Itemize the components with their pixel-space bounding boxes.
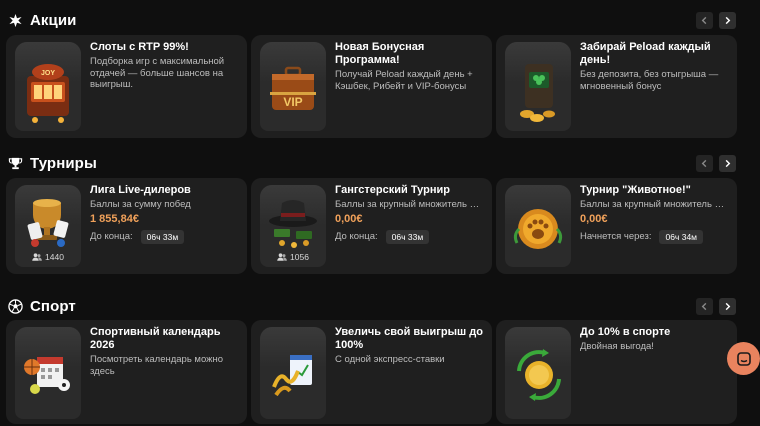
card-title: До 10% в спорте [580, 326, 671, 338]
sport-card-boost[interactable]: Увеличь свой выигрыш до 100% С одной экс… [251, 320, 492, 424]
card-title: Увеличь свой выигрыш до 100% [335, 326, 483, 351]
chevron-right-icon [725, 159, 731, 168]
soccer-ball-icon [7, 298, 23, 314]
card-title: Слоты с RTP 99%! [90, 41, 189, 53]
svg-text:VIP: VIP [283, 95, 302, 109]
chevron-left-icon [701, 302, 707, 311]
countdown: Начнется через: 06ч 34м [580, 229, 729, 244]
players-count: 1056 [251, 252, 335, 262]
express-bet-chart-icon [272, 355, 312, 397]
timer-badge: 06ч 34м [659, 229, 704, 244]
cup-cards-icon [27, 199, 69, 247]
chat-button[interactable] [727, 342, 760, 375]
sport-thumb [505, 327, 571, 419]
countdown: До конца: 06ч 33м [90, 229, 239, 244]
card-description: Баллы за сумму побед [90, 199, 191, 210]
trophy-icon [7, 155, 23, 171]
sport-calendar-icon [24, 357, 70, 394]
sport-title: Спорт [30, 297, 76, 315]
promo-card-rtp[interactable]: JOY Слоты с RTP 99%! Подборка игр с макс… [6, 35, 247, 138]
sport-card-ten-percent[interactable]: До 10% в спорте Двойная выгода! [496, 320, 737, 424]
promo-card-bonus-program[interactable]: VIP Новая Бонусная Программа! Получай Ре… [251, 35, 492, 138]
promos-prev-button[interactable] [696, 12, 713, 29]
sport-prev-button[interactable] [696, 298, 713, 315]
card-description: Баллы за крупный множитель выигрыша [335, 199, 484, 210]
prize-amount: 0,00€ [580, 212, 608, 225]
chevron-left-icon [701, 159, 707, 168]
card-description: С одной экспресс-ставки [335, 354, 445, 365]
promos-header: Акции [7, 9, 77, 31]
chevron-right-icon [725, 16, 731, 25]
gangster-hat-icon [269, 200, 317, 248]
timer-badge: 06ч 33м [385, 229, 430, 244]
sport-thumb [260, 327, 326, 419]
card-title: Лига Live-дилеров [90, 184, 191, 196]
vip-suitcase-icon: VIP [270, 66, 316, 110]
card-title: Забирай Реload каждый день! [580, 41, 711, 66]
svg-text:JOY: JOY [41, 70, 55, 77]
promo-card-reload[interactable]: Забирай Реload каждый день! Без депозита… [496, 35, 737, 138]
promo-thumb: JOY [15, 42, 81, 131]
tournament-thumb [505, 185, 571, 267]
card-description: Посмотреть календарь можно здесь [90, 354, 224, 377]
tournaments-header: Турниры [7, 152, 97, 174]
timer-badge: 06ч 33м [140, 229, 185, 244]
sport-header: Спорт [7, 295, 76, 317]
prize-amount: 1 855,84€ [90, 212, 139, 225]
card-description: Двойная выгода! [580, 341, 654, 352]
chevron-right-icon [725, 302, 731, 311]
chat-icon [736, 351, 751, 366]
card-description: Без депозита, без отыгрыша — мгновенный … [580, 69, 719, 92]
coin-cycle-icon [517, 349, 561, 401]
paw-medal-icon [513, 209, 563, 249]
sport-next-button[interactable] [719, 298, 736, 315]
tournaments-next-button[interactable] [719, 155, 736, 172]
users-icon [277, 253, 287, 261]
card-title: Новая Бонусная Программа! [335, 41, 425, 66]
tournament-card-live-dealers[interactable]: 1440 Лига Live-дилеров Баллы за сумму по… [6, 178, 247, 274]
clover-slot-icon [520, 64, 555, 122]
promos-title: Акции [30, 11, 77, 29]
users-icon [32, 253, 42, 261]
card-title: Турнир "Животное!" [580, 184, 691, 196]
card-description: Баллы за крупный множитель выигрыша [580, 199, 729, 210]
promos-next-button[interactable] [719, 12, 736, 29]
promo-thumb [505, 42, 571, 131]
slot-machine-icon: JOY [27, 64, 69, 123]
promo-thumb: VIP [260, 42, 326, 131]
card-description: Подборка игр с максимальной отдачей — бо… [90, 56, 225, 90]
tournament-card-animal[interactable]: Турнир "Животное!" Баллы за крупный множ… [496, 178, 737, 274]
tournaments-prev-button[interactable] [696, 155, 713, 172]
tournament-card-gangster[interactable]: 1056 Гангстерский Турнир Баллы за крупны… [251, 178, 492, 274]
chevron-left-icon [701, 16, 707, 25]
countdown: До конца: 06ч 33м [335, 229, 484, 244]
players-count: 1440 [6, 252, 90, 262]
card-description: Получай Реload каждый день + Кэшбек, Риб… [335, 69, 473, 92]
prize-amount: 0,00€ [335, 212, 363, 225]
card-title: Спортивный календарь 2026 [90, 326, 221, 351]
tournaments-title: Турниры [30, 154, 97, 172]
sport-card-calendar[interactable]: Спортивный календарь 2026 Посмотреть кал… [6, 320, 247, 424]
card-title: Гангстерский Турнир [335, 184, 450, 196]
star-burst-icon [7, 12, 23, 28]
sport-thumb [15, 327, 81, 419]
